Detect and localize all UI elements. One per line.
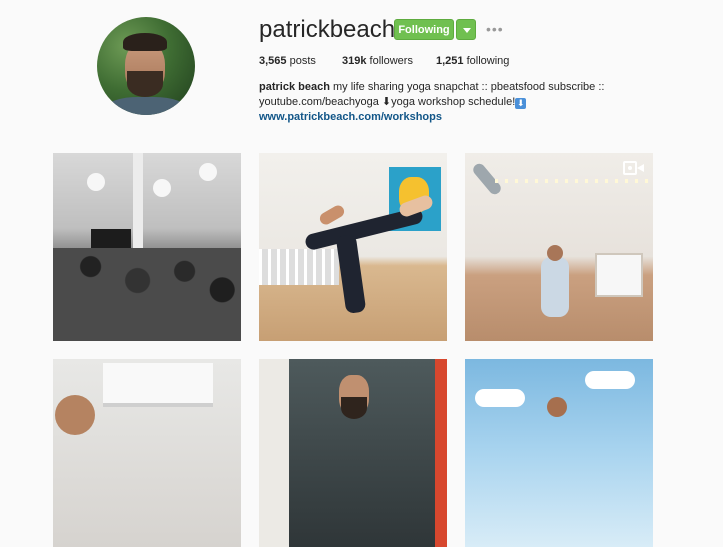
door-frame: [259, 359, 289, 547]
avatar-hair: [123, 33, 167, 51]
profile-avatar[interactable]: [97, 17, 195, 115]
profile-username: patrickbeach: [259, 16, 396, 43]
profile-bio: patrick beach my life sharing yoga snapc…: [259, 80, 609, 125]
yogi-head: [547, 245, 563, 261]
avatar-shirt: [105, 97, 187, 115]
bright-window: [103, 363, 213, 407]
bio-line-2: youtube.com/beachyoga ⬇yoga workshop sch…: [259, 95, 609, 110]
studio-window: [595, 253, 643, 297]
yogi-leg: [335, 233, 367, 315]
avatar-beard: [127, 71, 163, 97]
post-tile-6[interactable]: [465, 359, 653, 547]
following-stat[interactable]: 1,251 following: [436, 54, 509, 68]
more-options-button[interactable]: •••: [486, 22, 504, 36]
bio-text-2: youtube.com/beachyoga ⬇yoga workshop sch…: [259, 96, 516, 108]
post-tile-1[interactable]: [53, 153, 241, 341]
pendant-lamp: [87, 173, 105, 191]
cloud: [585, 371, 635, 389]
followers-label: followers: [369, 55, 413, 67]
following-label: following: [466, 55, 510, 67]
post-tile-5[interactable]: [259, 359, 447, 547]
red-poster: [435, 359, 447, 547]
followers-count: 319k: [342, 55, 367, 67]
following-count: 1,251: [436, 55, 464, 67]
follow-options-dropdown[interactable]: [456, 19, 476, 40]
yoga-class-group: [53, 248, 241, 341]
posts-label: posts: [289, 55, 316, 67]
cloud: [475, 389, 525, 407]
camera-lens: [637, 164, 644, 172]
bio-website-link[interactable]: www.patrickbeach.com/workshops: [259, 110, 609, 125]
person-head: [547, 397, 567, 417]
studio-screen: [91, 229, 131, 249]
white-fence: [259, 249, 339, 285]
post-tile-2[interactable]: [259, 153, 447, 341]
caret-down-icon: [463, 28, 471, 33]
person-beard: [341, 397, 367, 419]
down-arrow-emoji-icon: ⬇: [515, 98, 527, 109]
followers-stat[interactable]: 319k followers: [342, 54, 413, 68]
camera-body: [623, 161, 637, 175]
video-camera-icon: [623, 161, 645, 175]
posts-stat: 3,565 posts: [259, 54, 316, 68]
bio-line-1: patrick beach my life sharing yoga snapc…: [259, 80, 609, 95]
post-tile-3[interactable]: [465, 153, 653, 341]
bio-full-name: patrick beach: [259, 81, 330, 93]
pendant-lamp: [199, 163, 217, 181]
posts-count: 3,565: [259, 55, 287, 67]
string-lights: [495, 179, 653, 183]
pendant-lamp: [153, 179, 171, 197]
yogi-arm: [317, 203, 347, 227]
post-tile-4[interactable]: [53, 359, 241, 547]
yogi-body: [541, 257, 569, 317]
person-head: [55, 395, 95, 435]
following-button[interactable]: Following: [394, 19, 454, 40]
bio-text-1: my life sharing yoga snapchat :: pbeatsf…: [329, 81, 605, 93]
